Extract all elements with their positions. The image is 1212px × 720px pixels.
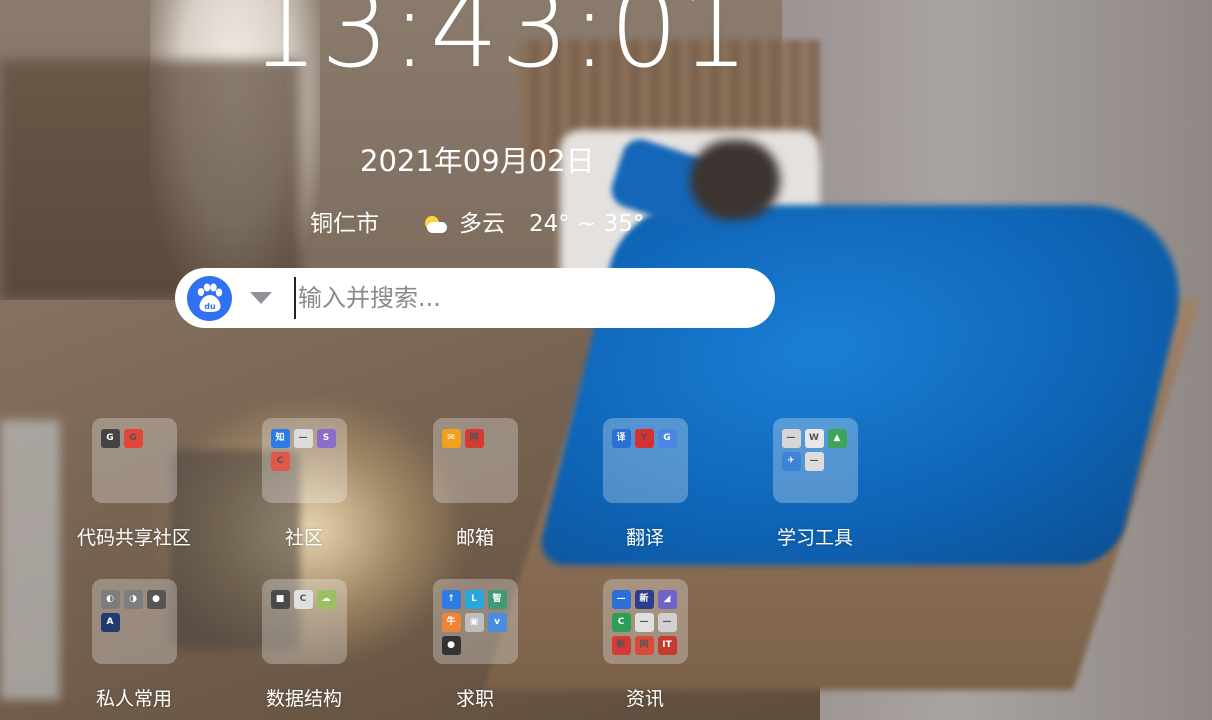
- folder-preview[interactable]: ■ C ☁: [261, 579, 347, 664]
- google-translate-icon: G: [657, 429, 677, 448]
- search-input[interactable]: [294, 277, 740, 319]
- weather-temperature: 24° ~ 35°: [529, 211, 645, 237]
- baidu-logo-icon[interactable]: du: [187, 275, 232, 321]
- mic-icon: ●: [441, 636, 461, 655]
- curve-icon: C: [293, 590, 313, 609]
- folder-1[interactable]: 知 — S C 社区: [219, 418, 389, 550]
- globe-icon: ●: [146, 590, 166, 609]
- leaf-icon: ◐: [100, 590, 120, 609]
- folder-label: 数据结构: [265, 688, 342, 710]
- leaf2-icon: ◑: [123, 590, 143, 609]
- svg-text:du: du: [204, 302, 216, 311]
- folder-label: 资讯: [625, 688, 664, 710]
- news-green-icon: C: [611, 613, 631, 632]
- folder-4[interactable]: — W ▲ ✈ — 学习工具: [730, 418, 900, 550]
- visualgo-icon: ■: [270, 590, 290, 609]
- cloud-icon: ☁: [316, 590, 336, 609]
- engine-dropdown-chevron-down-icon[interactable]: [250, 292, 272, 304]
- boss-icon: ↑: [441, 590, 461, 609]
- weather-condition: 多云: [459, 211, 505, 237]
- folder-preview[interactable]: — W ▲ ✈ —: [772, 418, 858, 503]
- folder-label: 私人常用: [95, 688, 172, 710]
- aliyun-icon: A: [100, 613, 120, 632]
- partly-cloudy-icon: [423, 215, 449, 235]
- tool-green-icon: ▲: [827, 429, 847, 448]
- folder-label: 学习工具: [776, 527, 853, 549]
- clock-time: 13:43:01: [250, 0, 752, 92]
- folder-label: 邮箱: [455, 527, 494, 549]
- news-red3-icon: IT: [657, 636, 677, 655]
- niuke-icon: 牛: [441, 613, 461, 632]
- news-gray-icon: —: [634, 613, 654, 632]
- bird-icon: ✈: [781, 452, 801, 471]
- youdao-icon: Y: [634, 429, 654, 448]
- lagou-icon: L: [464, 590, 484, 609]
- folder-5[interactable]: ◐ ◑ ● A 私人常用: [49, 579, 219, 711]
- news-red2-icon: 网: [634, 636, 654, 655]
- folder-preview[interactable]: ✉ 网: [432, 418, 518, 503]
- weather-city: 铜仁市: [310, 211, 379, 237]
- gitee-icon: G: [100, 429, 120, 448]
- zhilian-icon: 智: [487, 590, 507, 609]
- date-text: 2021年09月02日: [360, 144, 595, 178]
- folder-2[interactable]: ✉ 网邮箱: [390, 418, 560, 550]
- folder-3[interactable]: 译 Y G 翻译: [560, 418, 730, 550]
- folder-0[interactable]: G G 代码共享社区: [49, 418, 219, 550]
- news-navy-icon: 新: [634, 590, 654, 609]
- baidu-translate-icon: 译: [611, 429, 631, 448]
- news-gray2-icon: —: [657, 613, 677, 632]
- w3c-icon: W: [804, 429, 824, 448]
- folder-preview[interactable]: ◐ ◑ ● A: [91, 579, 177, 664]
- folder-preview[interactable]: 译YG: [602, 418, 688, 503]
- folder-7[interactable]: ↑ L 智牛 ▣ v ● 求职: [390, 579, 560, 711]
- folder-preview[interactable]: GG: [91, 418, 177, 503]
- news-blue-icon: —: [611, 590, 631, 609]
- csdn-icon: C: [270, 452, 290, 471]
- folder-preview[interactable]: ↑ L 智牛 ▣ v ●: [432, 579, 518, 664]
- weather-widget[interactable]: 铜仁市 多云 24° ~ 35°: [310, 213, 644, 236]
- liepin-icon: ▣: [464, 613, 484, 632]
- gitcode-icon: G: [123, 429, 143, 448]
- segmentfault-icon: S: [316, 429, 336, 448]
- folder-label: 社区: [284, 527, 323, 549]
- folder-label: 翻译: [625, 527, 664, 549]
- juejin-icon: —: [293, 429, 313, 448]
- folder-preview[interactable]: — 新 ◢ C — — 新网 IT: [602, 579, 688, 664]
- folder-8[interactable]: — 新 ◢ C — — 新网 IT 资讯: [560, 579, 730, 711]
- news-red-icon: 新: [611, 636, 631, 655]
- folder-6[interactable]: ■ C ☁ 数据结构: [219, 579, 389, 711]
- tool-gray-icon: —: [804, 452, 824, 471]
- qq-mail-icon: ✉: [441, 429, 461, 448]
- folder-label: 代码共享社区: [76, 527, 191, 549]
- folder-preview[interactable]: 知 — S C: [261, 418, 347, 503]
- zhihu-icon: 知: [270, 429, 290, 448]
- news-purple-icon: ◢: [657, 590, 677, 609]
- netease-mail-icon: 网: [464, 429, 484, 448]
- folder-label: 求职: [455, 688, 494, 710]
- runoob-icon: —: [781, 429, 801, 448]
- wings-icon: v: [487, 613, 507, 632]
- search-bar: du: [175, 268, 775, 328]
